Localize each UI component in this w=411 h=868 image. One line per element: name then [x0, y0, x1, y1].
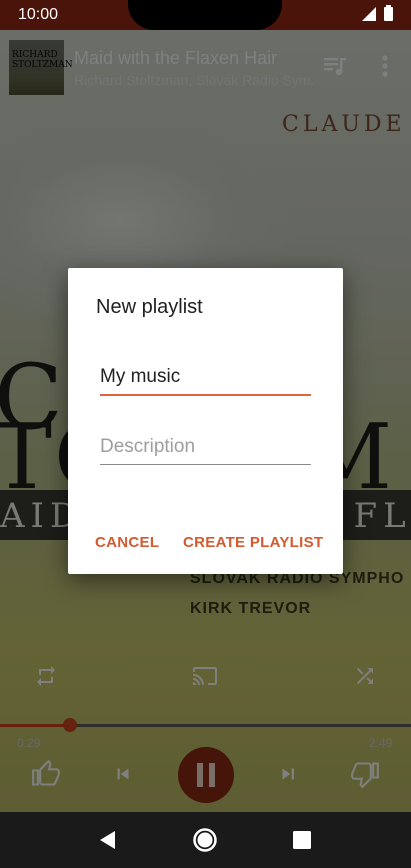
playlist-name-input[interactable]: [100, 366, 311, 396]
playlist-name-field[interactable]: [100, 366, 311, 396]
playlist-description-field[interactable]: [100, 436, 311, 465]
home-icon[interactable]: [192, 827, 218, 853]
dialog-title: New playlist: [96, 296, 203, 318]
playlist-description-input[interactable]: [100, 436, 311, 465]
status-bar: 10:00: [0, 0, 411, 30]
back-icon[interactable]: [97, 829, 117, 851]
display-notch: [128, 0, 282, 30]
battery-icon: [384, 5, 393, 21]
signal-icon: [362, 7, 376, 21]
status-time: 10:00: [18, 6, 59, 23]
status-icons: [362, 5, 393, 21]
cancel-button[interactable]: CANCEL: [95, 534, 159, 551]
navigation-bar: [0, 812, 411, 868]
recents-icon[interactable]: [293, 831, 311, 849]
new-playlist-dialog: New playlist CANCEL CREATE PLAYLIST: [68, 268, 343, 574]
create-playlist-button[interactable]: CREATE PLAYLIST: [183, 534, 323, 551]
